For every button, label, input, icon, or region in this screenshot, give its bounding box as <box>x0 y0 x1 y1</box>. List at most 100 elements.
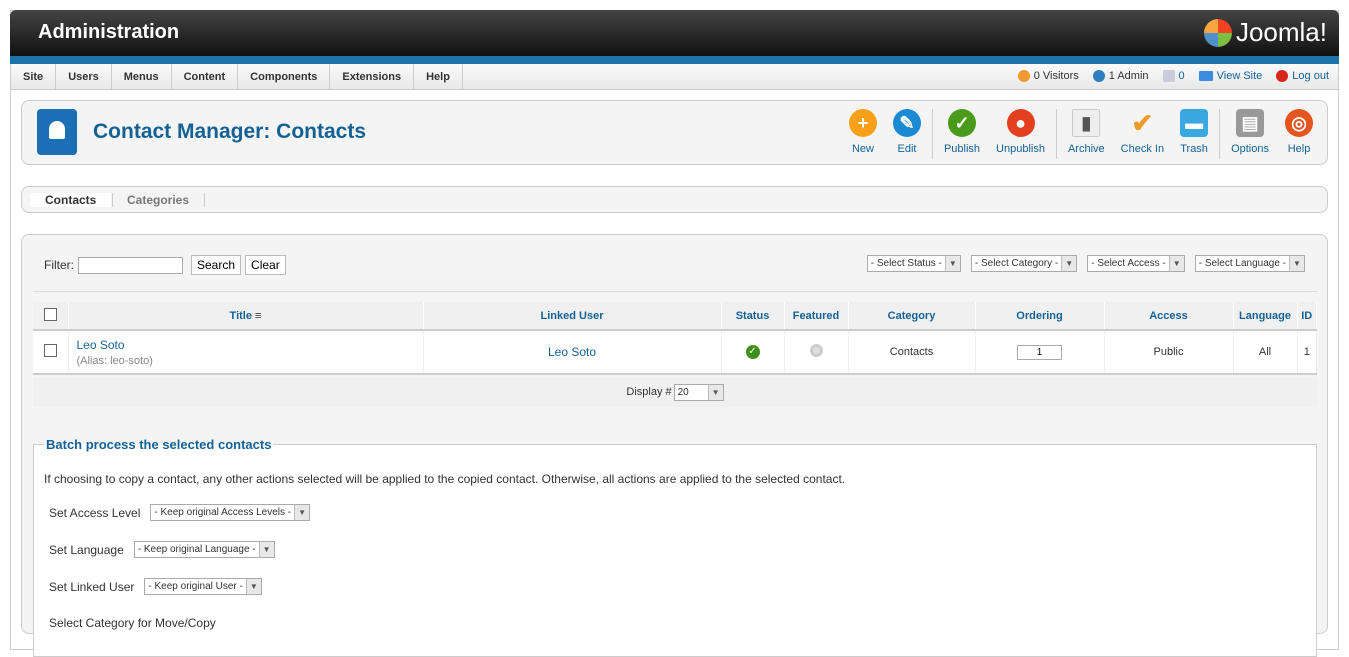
chevron-down-icon: ▼ <box>245 579 261 594</box>
archive-button[interactable]: ▮ Archive <box>1060 109 1113 159</box>
help-button[interactable]: ◎ Help <box>1277 109 1321 159</box>
check-icon: ✓ <box>948 109 976 137</box>
users-icon <box>1017 70 1030 82</box>
pencil-icon: ✎ <box>892 109 921 137</box>
id-cell: 1 <box>1297 330 1317 375</box>
publish-button[interactable]: ✓ Publish <box>936 109 988 159</box>
toolbar-separator <box>1219 109 1221 159</box>
tab-categories[interactable]: Categories <box>127 193 189 207</box>
menu-help[interactable]: Help <box>414 64 463 89</box>
status-bar: 0 Visitors 1 Admin 0 View Site Log out <box>1017 70 1329 82</box>
toolbar-separator <box>931 109 933 159</box>
published-check-icon[interactable]: ✓ <box>745 345 760 359</box>
trash-icon: ▬ <box>1180 109 1209 137</box>
select-all-header <box>33 302 69 331</box>
admin-title: Administration <box>38 21 180 43</box>
options-button[interactable]: ▤ Options <box>1223 109 1277 159</box>
menu-menus[interactable]: Menus <box>112 64 172 89</box>
chevron-down-icon: ▼ <box>944 256 960 271</box>
contacts-table: Title ≡ Linked User Status Featured Cate… <box>33 302 1317 375</box>
contact-title-link[interactable]: Leo Soto <box>77 338 423 352</box>
options-icon: ▤ <box>1236 109 1265 137</box>
header-title[interactable]: Title ≡ <box>68 302 424 331</box>
divider <box>33 291 1317 292</box>
row-select <box>33 330 69 375</box>
category-cell: Contacts <box>848 330 976 375</box>
toolbar-label: Trash <box>1180 143 1208 155</box>
header-ordering[interactable]: Ordering <box>975 302 1105 331</box>
chevron-down-icon: ▼ <box>294 505 310 520</box>
clear-button[interactable]: Clear <box>245 255 286 275</box>
admin-status: 1 Admin <box>1092 70 1149 82</box>
view-site-link[interactable]: View Site <box>1198 70 1262 82</box>
toolbar-label: Unpublish <box>996 143 1045 155</box>
header-linked-user[interactable]: Linked User <box>423 302 722 331</box>
joomla-logo-icon <box>1203 18 1232 47</box>
edit-button[interactable]: ✎ Edit <box>885 109 929 159</box>
user-icon <box>1092 70 1105 82</box>
select-all-checkbox[interactable] <box>43 307 57 321</box>
search-button[interactable]: Search <box>191 255 242 275</box>
linked-user-link[interactable]: Leo Soto <box>423 330 722 375</box>
menu-extensions[interactable]: Extensions <box>330 64 415 89</box>
header-category[interactable]: Category <box>848 302 976 331</box>
table-header: Title ≡ Linked User Status Featured Cate… <box>33 302 1317 331</box>
select-access[interactable]: - Select Access - ▼ <box>1087 255 1185 272</box>
batch-access-select[interactable]: - Keep original Access Levels - ▼ <box>150 504 311 521</box>
menu-users[interactable]: Users <box>56 64 112 89</box>
main-content: Filter: Search Clear - Select Status - ▼ … <box>21 234 1328 657</box>
batch-fieldset: Batch process the selected contacts If c… <box>33 437 1317 657</box>
filter-selects: - Select Status - ▼ - Select Category - ▼ … <box>866 255 1305 272</box>
tab-divider <box>112 193 113 207</box>
toolbar-label: Edit <box>897 143 917 155</box>
messages-status[interactable]: 0 <box>1162 70 1185 82</box>
chevron-down-icon: ▼ <box>1289 256 1304 271</box>
message-icon <box>1162 70 1175 82</box>
check-in-button[interactable]: ✔ Check In <box>1113 107 1172 159</box>
logout-link[interactable]: Log out <box>1276 70 1329 82</box>
menu-content[interactable]: Content <box>172 64 239 89</box>
header-id[interactable]: ID <box>1297 302 1317 331</box>
monitor-icon <box>1198 71 1213 81</box>
visitors-status: 0 Visitors <box>1017 70 1079 82</box>
menu-site[interactable]: Site <box>11 64 57 89</box>
contact-alias: (Alias: leo-soto) <box>76 354 153 367</box>
pagination-footer: Display # 20 ▼ <box>33 377 1317 407</box>
display-limit-select[interactable]: 20 ▼ <box>673 383 724 401</box>
batch-legend: Batch process the selected contacts <box>46 437 272 452</box>
menu-components[interactable]: Components <box>238 64 331 89</box>
access-cell: Public <box>1104 330 1234 375</box>
contacts-icon <box>37 109 77 155</box>
header-language[interactable]: Language <box>1233 302 1298 331</box>
toolbar-label: Options <box>1231 143 1269 155</box>
batch-user-select[interactable]: - Keep original User - ▼ <box>144 578 262 595</box>
toolbar-label: Archive <box>1067 143 1105 155</box>
trash-button[interactable]: ▬ Trash <box>1172 109 1216 159</box>
filter-label: Filter: <box>44 258 74 272</box>
title-cell: Leo Soto (Alias: leo-soto) <box>68 330 424 375</box>
batch-language-row: Set Language - Keep original Language - ▼ <box>49 541 275 558</box>
language-cell: All <box>1233 330 1298 375</box>
header-access[interactable]: Access <box>1104 302 1234 331</box>
chevron-down-icon: ▼ <box>707 384 723 400</box>
unfeatured-icon[interactable] <box>809 344 823 357</box>
new-button[interactable]: + New <box>841 109 885 159</box>
unpublish-button[interactable]: ● Unpublish <box>988 109 1053 159</box>
table-row: Leo Soto (Alias: leo-soto) Leo Soto ✓ Co… <box>33 330 1317 375</box>
select-language[interactable]: - Select Language - ▼ <box>1194 255 1305 272</box>
header-status[interactable]: Status <box>721 302 785 331</box>
lifebuoy-icon: ◎ <box>1285 109 1313 137</box>
select-category[interactable]: - Select Category - ▼ <box>970 255 1078 272</box>
header-featured[interactable]: Featured <box>784 302 849 331</box>
tab-contacts[interactable]: Contacts <box>30 193 112 207</box>
batch-language-select[interactable]: - Keep original Language - ▼ <box>133 541 275 558</box>
row-checkbox[interactable] <box>43 344 57 357</box>
select-status[interactable]: - Select Status - ▼ <box>866 255 961 272</box>
featured-cell <box>784 330 849 375</box>
toolbar-label: Publish <box>943 143 981 155</box>
checkmark-icon: ✔ <box>1131 107 1154 138</box>
ordering-input[interactable] <box>1017 344 1062 360</box>
chevron-down-icon: ▼ <box>1061 256 1077 271</box>
toolbar-box: Contact Manager: Contacts + New ✎ Edit ✓ Publ… <box>21 100 1328 165</box>
filter-input[interactable] <box>78 256 183 274</box>
